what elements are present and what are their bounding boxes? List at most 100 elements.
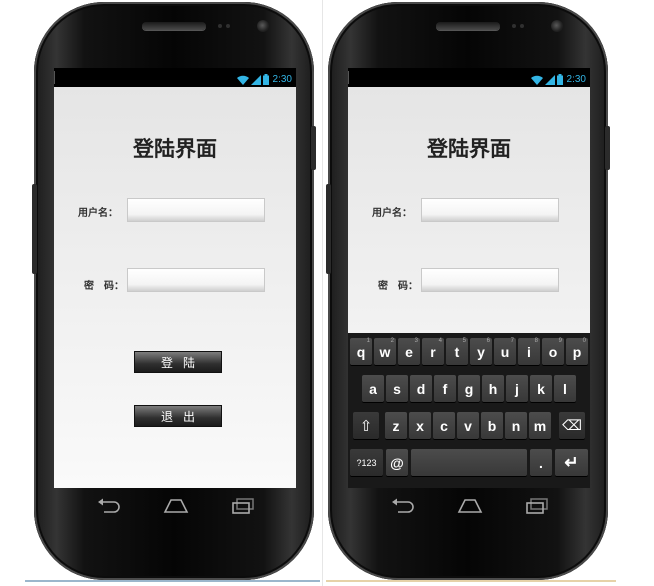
password-input[interactable] — [127, 268, 265, 292]
power-button[interactable] — [605, 126, 610, 170]
recent-apps-icon[interactable] — [231, 498, 255, 518]
key-b[interactable]: b — [481, 412, 503, 439]
soft-keyboard: q1w2e3r4t5y6u7i8o9p0 asdfghjkl ⇧ ⌫ zxcvb… — [348, 333, 590, 488]
key-p[interactable]: p0 — [566, 338, 588, 365]
at-key[interactable]: @ — [386, 449, 408, 476]
key-m[interactable]: m — [529, 412, 551, 439]
password-label: 密 码： — [84, 281, 124, 292]
status-time: 2:30 — [566, 74, 586, 85]
screen: 2:30 登陆界面 用户名： 密 码： 登陆 退出 — [54, 68, 296, 488]
key-f[interactable]: f — [434, 375, 456, 402]
status-bar: 2:30 — [348, 68, 590, 87]
screenshot-divider — [322, 0, 323, 586]
key-h[interactable]: h — [482, 375, 504, 402]
username-label: 用户名： — [372, 208, 412, 219]
login-screen: 登陆界面 用户名： 密 码： q1w2e3r4t5y6u7i8o9p0 asdf… — [348, 87, 590, 488]
key-i[interactable]: i8 — [518, 338, 540, 365]
screen: 2:30 登陆界面 用户名： 密 码： q1w2e3r4t5y6u7i8o9p0… — [348, 68, 590, 488]
shift-key[interactable]: ⇧ — [353, 412, 379, 439]
key-k[interactable]: k — [530, 375, 552, 402]
key-label: e — [405, 343, 413, 360]
key-j[interactable]: j — [506, 375, 528, 402]
key-number-hint: 3 — [414, 338, 418, 344]
period-key[interactable]: . — [530, 449, 552, 476]
recent-apps-icon[interactable] — [525, 498, 549, 518]
key-t[interactable]: t5 — [446, 338, 468, 365]
password-label: 密 码： — [378, 281, 418, 292]
key-x[interactable]: x — [409, 412, 431, 439]
navigation-bar — [348, 488, 590, 532]
back-icon[interactable] — [96, 498, 120, 518]
key-number-hint: 4 — [438, 338, 442, 344]
phone-right: 2:30 登陆界面 用户名： 密 码： q1w2e3r4t5y6u7i8o9p0… — [326, 2, 610, 580]
sensor-dot — [512, 24, 516, 28]
status-bar-notch — [348, 71, 349, 84]
navigation-bar — [54, 488, 296, 532]
key-o[interactable]: o9 — [542, 338, 564, 365]
back-icon[interactable] — [390, 498, 414, 518]
earpiece-speaker — [436, 22, 500, 30]
key-q[interactable]: q1 — [350, 338, 372, 365]
key-number-hint: 8 — [534, 338, 538, 344]
key-y[interactable]: y6 — [470, 338, 492, 365]
volume-button[interactable] — [32, 184, 37, 274]
front-camera — [551, 20, 563, 32]
key-label: t — [454, 343, 460, 360]
sensor-dot — [226, 24, 230, 28]
enter-key[interactable]: ↵ — [555, 449, 588, 476]
key-s[interactable]: s — [386, 375, 408, 402]
bottom-border-right — [326, 580, 616, 582]
key-label: r — [430, 343, 436, 360]
sensor-dot — [218, 24, 222, 28]
key-l[interactable]: l — [554, 375, 576, 402]
home-icon[interactable] — [163, 498, 189, 518]
page-title: 登陆界面 — [133, 137, 217, 161]
login-screen: 登陆界面 用户名： 密 码： 登陆 退出 — [54, 87, 296, 488]
space-key[interactable] — [411, 449, 527, 476]
key-u[interactable]: u7 — [494, 338, 516, 365]
page-title: 登陆界面 — [427, 137, 511, 161]
key-w[interactable]: w2 — [374, 338, 396, 365]
password-input[interactable] — [421, 268, 559, 292]
key-d[interactable]: d — [410, 375, 432, 402]
key-label: u — [500, 343, 510, 360]
key-g[interactable]: g — [458, 375, 480, 402]
key-z[interactable]: z — [385, 412, 407, 439]
key-number-hint: 1 — [366, 338, 370, 344]
key-a[interactable]: a — [362, 375, 384, 402]
key-e[interactable]: e3 — [398, 338, 420, 365]
backspace-key[interactable]: ⌫ — [559, 412, 585, 439]
phone-left: 2:30 登陆界面 用户名： 密 码： 登陆 退出 — [32, 2, 316, 580]
key-n[interactable]: n — [505, 412, 527, 439]
key-number-hint: 7 — [510, 338, 514, 344]
username-input[interactable] — [421, 198, 559, 222]
power-button[interactable] — [311, 126, 316, 170]
key-v[interactable]: v — [457, 412, 479, 439]
key-label: o — [548, 343, 558, 360]
volume-button[interactable] — [326, 184, 331, 274]
key-label: q — [356, 343, 366, 360]
earpiece-speaker — [142, 22, 206, 30]
key-c[interactable]: c — [433, 412, 455, 439]
key-label: y — [477, 343, 485, 360]
bottom-border-left — [25, 580, 320, 582]
key-number-hint: 0 — [582, 338, 586, 344]
key-number-hint: 5 — [462, 338, 466, 344]
home-icon[interactable] — [457, 498, 483, 518]
key-number-hint: 9 — [558, 338, 562, 344]
status-bar-notch — [54, 71, 55, 84]
key-number-hint: 2 — [390, 338, 394, 344]
key-r[interactable]: r4 — [422, 338, 444, 365]
front-camera — [257, 20, 269, 32]
key-label: i — [527, 343, 531, 360]
username-input[interactable] — [127, 198, 265, 222]
symbols-key[interactable]: ?123 — [350, 449, 383, 476]
exit-button[interactable]: 退出 — [134, 405, 222, 427]
status-bar: 2:30 — [54, 68, 296, 87]
sensor-dot — [520, 24, 524, 28]
username-label: 用户名： — [78, 208, 118, 219]
login-button[interactable]: 登陆 — [134, 351, 222, 373]
status-time: 2:30 — [272, 74, 292, 85]
key-number-hint: 6 — [486, 338, 490, 344]
key-label: w — [379, 343, 391, 360]
